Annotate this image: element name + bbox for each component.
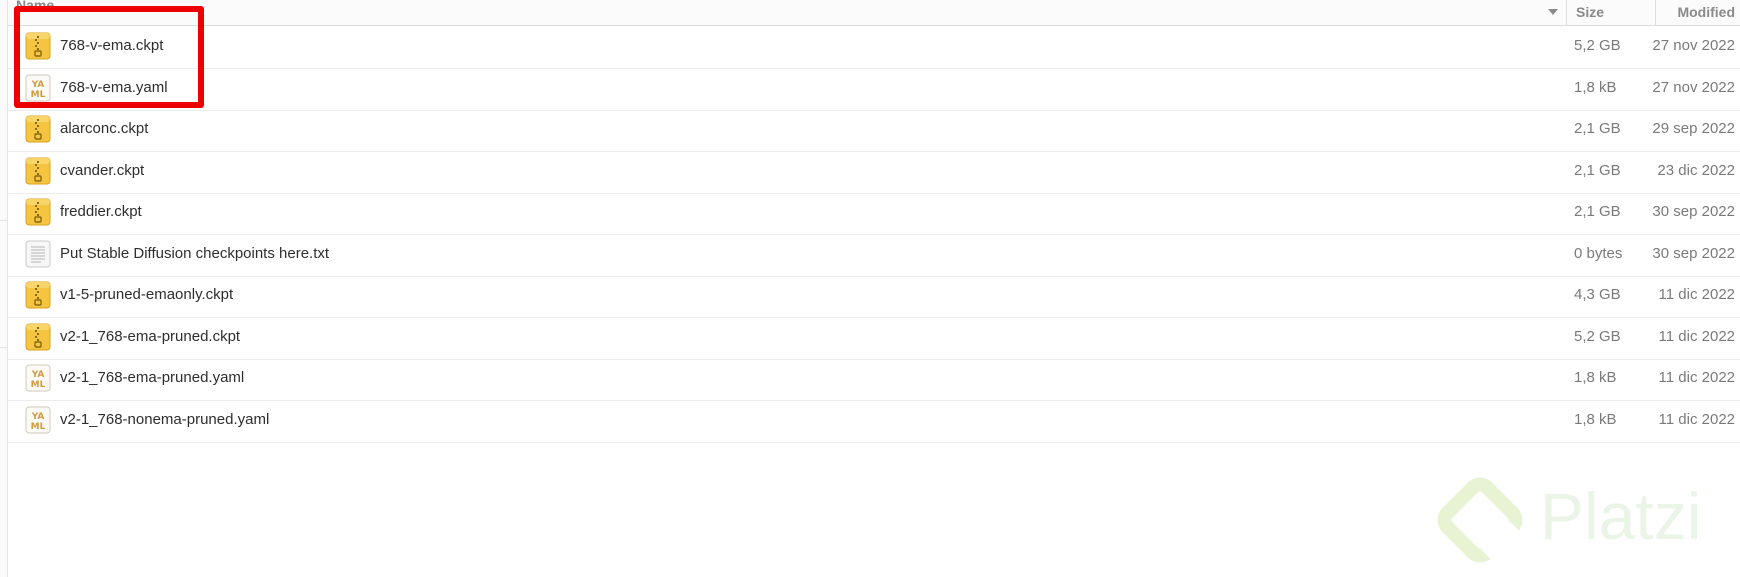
file-row[interactable]: YA ML v2-1_768-nonema-pruned.yaml 1,8 kB 11 … [8,397,1740,443]
file-size: 1,8 kB [1574,369,1617,386]
watermark-text: Platzi [1540,479,1702,553]
file-modified-date: 27 nov 2022 [1652,78,1735,96]
file-name: alarconc.ckpt [60,120,149,137]
file-modified-date: 30 sep 2022 [1652,203,1735,220]
file-size: 5,2 GB [1574,37,1621,54]
file-row[interactable]: alarconc.ckpt 2,1 GB 29 sep 2022 [8,106,1740,152]
file-modified-date: 11 dic 2022 [1658,410,1735,428]
yaml-icon: YA ML [25,364,51,392]
archive-icon [25,281,51,309]
column-header-size[interactable]: Size [1576,4,1604,20]
file-row[interactable]: freddier.ckpt 2,1 GB 30 sep 2022 [8,189,1740,235]
file-name: freddier.ckpt [60,203,142,220]
file-row[interactable]: Put Stable Diffusion checkpoints here.tx… [8,231,1740,277]
file-row[interactable]: 768-v-ema.ckpt 5,2 GB 27 nov 2022 [8,23,1740,69]
sort-descending-icon[interactable] [1548,9,1558,15]
platzi-watermark: Platzi [1430,470,1730,570]
archive-icon [25,198,51,226]
sidebar-edge [0,0,8,577]
file-row[interactable]: v1-5-pruned-emaonly.ckpt 4,3 GB 11 dic 202… [8,272,1740,318]
archive-icon [25,157,51,185]
svg-text:ML: ML [31,380,46,390]
file-modified-date: 30 sep 2022 [1652,244,1735,262]
file-size: 4,3 GB [1574,286,1621,303]
file-modified-date: 11 dic 2022 [1658,286,1735,303]
svg-text:YA: YA [31,412,45,422]
file-modified-date: 29 sep 2022 [1652,120,1735,137]
file-name: cvander.ckpt [60,161,145,179]
file-list-view: Name Size Modified 768-v-ema.ckpt 5,2 GB 2… [8,0,1740,577]
column-divider[interactable] [1655,0,1656,25]
column-header-modified[interactable]: Modified [1677,4,1735,20]
file-name: v2-1_768-ema-pruned.ckpt [60,327,241,345]
file-row[interactable]: YA ML v2-1_768-ema-pruned.yaml 1,8 kB 11 dic… [8,355,1740,401]
svg-text:ML: ML [31,422,46,432]
file-name: v1-5-pruned-emaonly.ckpt [60,286,234,303]
file-size: 2,1 GB [1574,120,1621,137]
file-size: 2,1 GB [1574,203,1621,220]
file-name: v2-1_768-nonema-pruned.yaml [60,410,270,428]
platzi-logo-icon [1437,477,1523,563]
file-modified-date: 27 nov 2022 [1652,37,1735,54]
archive-icon [25,323,51,351]
file-size: 1,8 kB [1574,78,1617,96]
text-file-icon [25,240,51,268]
file-row[interactable]: v2-1_768-ema-pruned.ckpt 5,2 GB 11 dic 202… [8,314,1740,360]
sidebar-divider [0,220,7,221]
highlight-box [14,6,204,108]
yaml-icon: YA ML [25,406,51,434]
svg-text:YA: YA [31,370,45,380]
file-row[interactable]: cvander.ckpt 2,1 GB 23 dic 2022 [8,148,1740,194]
file-row[interactable]: YA ML 768-v-ema.yaml 1,8 kB 27 nov 2022 [8,65,1740,111]
file-name: Put Stable Diffusion checkpoints here.tx… [60,244,330,262]
file-modified-date: 11 dic 2022 [1658,327,1735,345]
sidebar-divider [0,347,7,348]
file-modified-date: 23 dic 2022 [1657,161,1735,179]
file-modified-date: 11 dic 2022 [1658,369,1735,386]
file-size: 2,1 GB [1574,161,1621,179]
archive-icon [25,115,51,143]
file-name: v2-1_768-ema-pruned.yaml [60,369,245,386]
file-size: 0 bytes [1574,244,1623,262]
file-size: 5,2 GB [1574,327,1621,345]
file-size: 1,8 kB [1574,410,1617,428]
column-divider[interactable] [1566,0,1567,25]
